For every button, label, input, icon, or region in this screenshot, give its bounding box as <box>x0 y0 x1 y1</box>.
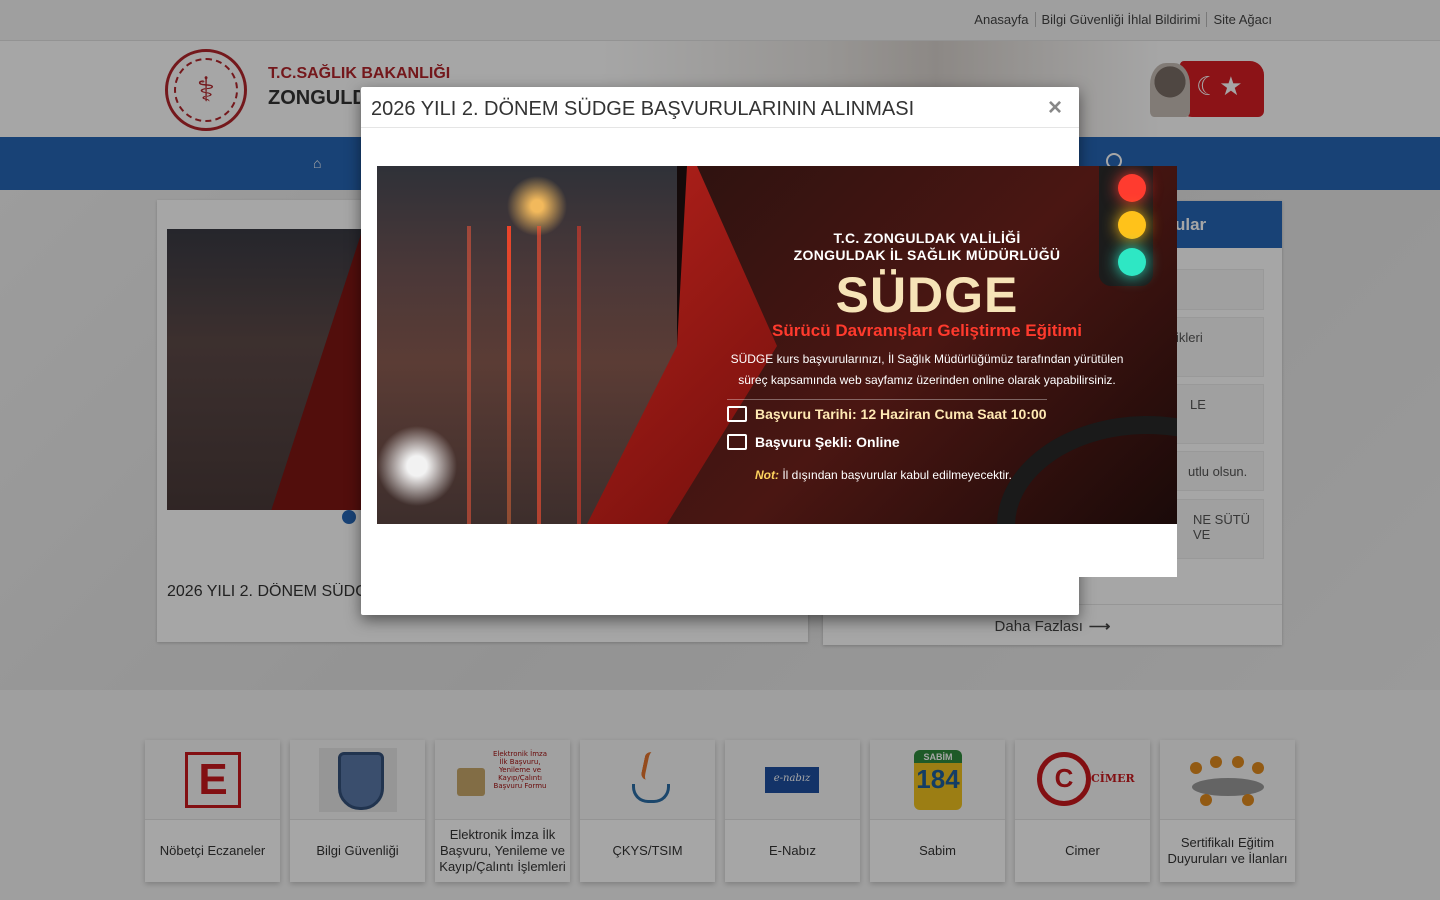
banner-org-line-2: ZONGULDAK İL SAĞLIK MÜDÜRLÜĞÜ <box>793 247 1061 263</box>
banner-main-title: SÜDGE <box>835 267 1019 323</box>
modal-title: 2026 YILI 2. DÖNEM SÜDGE BAŞVURULARININ … <box>371 98 915 120</box>
traffic-light-red <box>1118 174 1146 202</box>
banner-description-1: SÜDGE kurs başvurularınızı, İl Sağlık Mü… <box>730 352 1124 366</box>
banner-note: Not: İl dışından başvurular kabul edilme… <box>755 468 1012 482</box>
close-icon[interactable]: × <box>1045 96 1065 120</box>
sudge-banner-image[interactable]: T.C. ZONGULDAK VALİLİĞİ ZONGULDAK İL SAĞ… <box>377 166 1177 524</box>
monitor-icon <box>727 434 747 450</box>
banner-subtitle: Sürücü Davranışları Geliştirme Eğitimi <box>772 321 1082 340</box>
modal-header: 2026 YILI 2. DÖNEM SÜDGE BAŞVURULARININ … <box>361 87 1079 128</box>
banner-divider <box>727 399 1047 400</box>
banner-description-2: süreç kapsamında web sayfamız üzerinden … <box>738 373 1116 387</box>
banner-frame <box>1079 524 1177 577</box>
banner-application-date: Başvuru Tarihi: 12 Haziran Cuma Saat 10:… <box>727 406 1047 422</box>
banner-org-line-1: T.C. ZONGULDAK VALİLİĞİ <box>833 230 1021 246</box>
banner-application-mode: Başvuru Şekli: Online <box>727 434 900 450</box>
calendar-icon <box>727 406 747 422</box>
